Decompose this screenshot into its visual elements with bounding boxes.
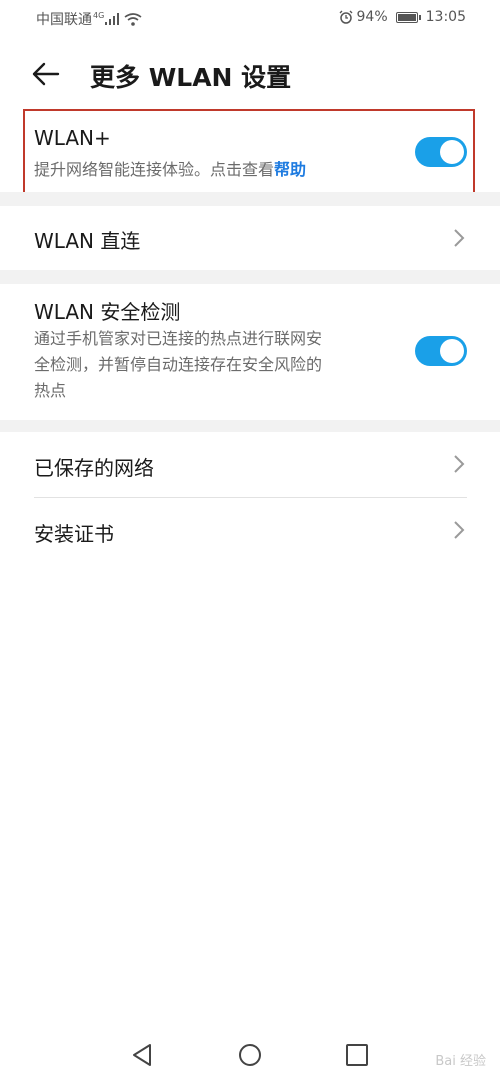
nav-back-icon[interactable]: [128, 1040, 158, 1070]
clock: 13:05: [425, 9, 466, 25]
alarm-icon: [339, 10, 353, 24]
navigation-bar: Bai 经验: [0, 1030, 500, 1083]
chevron-right-icon: [454, 455, 465, 473]
security-check-toggle[interactable]: [415, 336, 467, 366]
section-gap: [0, 420, 500, 432]
app-header: 更多 WLAN 设置: [0, 50, 500, 98]
saved-networks-title: 已保存的网络: [34, 456, 154, 480]
network-type: 4G: [93, 10, 105, 20]
signal-icon: [105, 13, 120, 25]
section-gap: [0, 270, 500, 284]
security-check-row[interactable]: WLAN 安全检测 通过手机管家对已连接的热点进行联网安 全检测，并暂停自动连接…: [0, 284, 500, 420]
battery-percent: 94%: [356, 9, 388, 25]
chevron-right-icon: [454, 521, 465, 539]
carrier-name: 中国联通: [36, 12, 92, 28]
status-right: 94% 13:05: [339, 9, 466, 25]
back-button[interactable]: [30, 58, 70, 90]
wlan-direct-row[interactable]: WLAN 直连: [0, 206, 500, 270]
section-gap: [0, 192, 500, 206]
security-desc-line2: 全检测，并暂停自动连接存在安全风险的: [34, 355, 323, 374]
battery-icon: [395, 11, 421, 23]
security-check-title: WLAN 安全检测: [34, 300, 181, 324]
status-bar: 中国联通 4G 94% 13:05: [0, 0, 500, 36]
install-cert-row[interactable]: 安装证书: [0, 498, 500, 563]
wifi-icon: [124, 12, 142, 26]
nav-recents-icon[interactable]: [342, 1040, 372, 1070]
security-desc-line3: 热点: [34, 381, 67, 400]
status-left: 中国联通 4G: [36, 9, 142, 29]
saved-networks-row[interactable]: 已保存的网络: [0, 432, 500, 497]
chevron-right-icon: [454, 229, 465, 247]
back-arrow-icon: [32, 62, 60, 86]
battery-fill: [397, 13, 417, 21]
watermark: Bai 经验: [435, 1054, 486, 1069]
wlan-direct-title: WLAN 直连: [34, 229, 141, 253]
toggle-knob: [440, 339, 464, 363]
security-desc-line1: 通过手机管家对已连接的热点进行联网安: [34, 329, 323, 348]
security-check-desc: 通过手机管家对已连接的热点进行联网安 全检测，并暂停自动连接存在安全风险的 热点: [34, 326, 322, 404]
page-title: 更多 WLAN 设置: [90, 63, 292, 92]
install-cert-title: 安装证书: [34, 522, 114, 546]
nav-home-icon[interactable]: [235, 1040, 265, 1070]
